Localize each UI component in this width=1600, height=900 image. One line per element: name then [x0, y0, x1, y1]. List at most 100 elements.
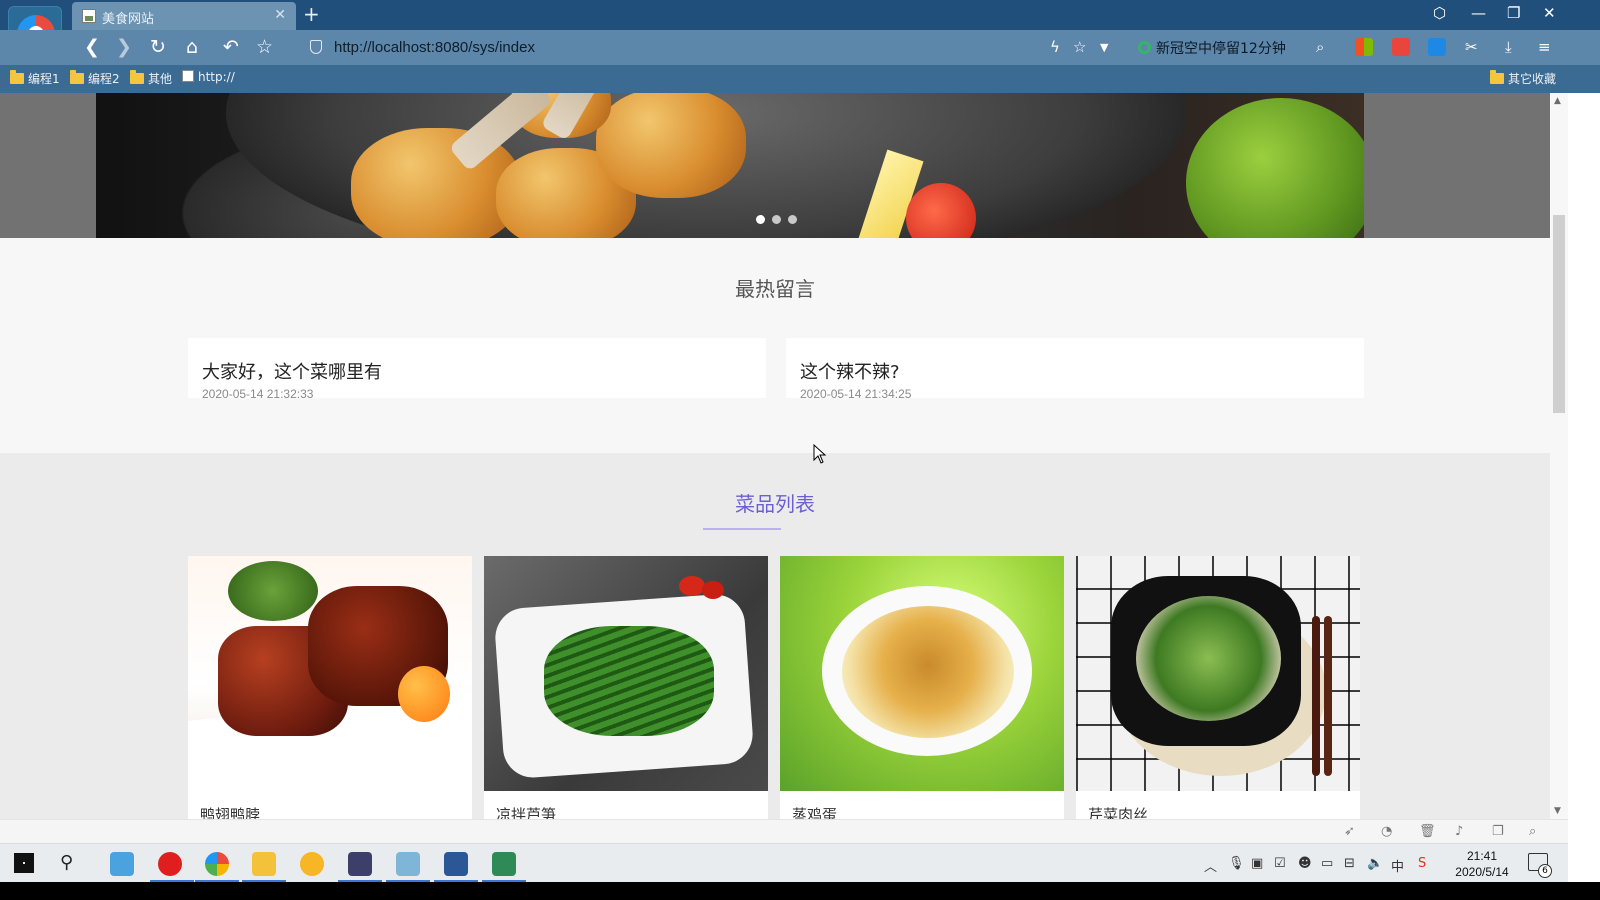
dish-name[interactable]: 鸭翅鸭脖	[200, 804, 260, 819]
url-text[interactable]: http://localhost:8080/sys/index	[334, 39, 535, 56]
search-icon[interactable]: ⌕	[1316, 38, 1324, 56]
rocket-icon[interactable]: ➶	[1344, 824, 1355, 839]
chevron-down-icon[interactable]: ▼	[1100, 41, 1108, 54]
tray-expand-icon[interactable]: ︿	[1204, 856, 1217, 875]
volume-icon[interactable]: 🔈	[1367, 856, 1383, 871]
qq-icon[interactable]: ☻	[1298, 856, 1312, 871]
message-card[interactable]: 这个辣不辣? 2020-05-14 21:34:25	[786, 338, 1364, 401]
dish-name[interactable]: 蒸鸡蛋	[792, 804, 837, 819]
dish-image[interactable]	[780, 556, 1064, 791]
input-method-icon[interactable]: 中	[1391, 856, 1404, 875]
dish-card[interactable]: 凉拌芦笋	[484, 556, 768, 819]
store-icon[interactable]	[110, 852, 134, 876]
dish-list-title: 菜品列表	[735, 492, 815, 516]
browser-taskbar-icon[interactable]	[205, 852, 229, 876]
power-icon[interactable]: ▭	[1321, 856, 1333, 871]
window-icon[interactable]: ❐	[1492, 824, 1504, 839]
download-icon[interactable]: ⤓	[1505, 38, 1512, 56]
search-icon[interactable]: ⚲	[60, 852, 73, 873]
bookmark-folder-1[interactable]: 编程1	[10, 70, 60, 87]
home-button[interactable]: ⌂	[186, 37, 198, 57]
page-favicon-icon	[82, 9, 96, 23]
lightning-icon[interactable]: ϟ	[1050, 38, 1060, 56]
hot-messages-section: 最热留言 大家好，这个菜哪里有 2020-05-14 21:32:33 这个辣不…	[0, 238, 1550, 453]
apps-icon[interactable]	[1355, 38, 1373, 56]
minimize-button[interactable]: —	[1471, 4, 1486, 22]
food-shape	[842, 606, 1014, 738]
moss-shape	[1186, 98, 1364, 238]
undo-close-button[interactable]: ↶	[223, 37, 239, 57]
carousel-dot[interactable]	[756, 215, 765, 224]
checklist-icon[interactable]: ☑	[1274, 856, 1286, 871]
skin-icon[interactable]: ⬡	[1433, 4, 1446, 22]
dish-list-section: 菜品列表 鸭翅鸭脖 凉拌芦笋 蒸鸡蛋 芹菜肉丝	[0, 453, 1550, 819]
news-ticker[interactable]: 新冠空中停留12分钟	[1138, 38, 1286, 58]
refresh-button[interactable]: ↻	[150, 37, 166, 57]
dish-image[interactable]	[1076, 556, 1360, 791]
tab-title: 美食网站	[102, 12, 155, 27]
file-explorer-icon[interactable]	[252, 852, 276, 876]
dish-image[interactable]	[188, 556, 472, 791]
scroll-down-icon[interactable]: ▼	[1554, 806, 1561, 816]
tab-close-icon[interactable]: ✕	[274, 7, 286, 23]
accelerate-icon[interactable]: ◔	[1381, 824, 1392, 839]
netease-music-icon[interactable]	[158, 852, 182, 876]
bookmarks-bar: 编程1 编程2 其他 http:// 其它收藏	[0, 65, 1600, 93]
scrollbar-thumb[interactable]	[1553, 215, 1565, 413]
notes-icon[interactable]	[396, 852, 420, 876]
system-clock[interactable]: 21:41 2020/5/14	[1452, 848, 1512, 880]
screen-bottom-edge	[0, 882, 1600, 900]
windows-start-icon[interactable]	[14, 853, 34, 873]
favorite-star-button[interactable]: ☆	[256, 37, 273, 57]
message-time: 2020-05-14 21:34:25	[800, 387, 912, 401]
microphone-icon[interactable]: 🎙	[1228, 856, 1245, 871]
page-viewport: 最热留言 大家好，这个菜哪里有 2020-05-14 21:32:33 这个辣不…	[0, 93, 1550, 819]
scroll-up-icon[interactable]: ▲	[1554, 96, 1561, 106]
forward-button[interactable]: ❯	[116, 37, 132, 57]
dish-name[interactable]: 凉拌芦笋	[496, 804, 556, 819]
dish-image[interactable]	[484, 556, 768, 791]
mouse-cursor-icon	[813, 444, 827, 464]
clock-time: 21:41	[1466, 849, 1498, 863]
carousel-wrap	[0, 93, 1550, 238]
dish-card[interactable]: 芹菜肉丝	[1076, 556, 1360, 819]
carousel-dot[interactable]	[772, 215, 781, 224]
carousel-dot[interactable]	[788, 215, 797, 224]
notification-count: 6	[1538, 864, 1552, 878]
app-icon[interactable]	[300, 852, 324, 876]
scissors-icon[interactable]: ✂	[1465, 38, 1478, 56]
ide-icon[interactable]	[348, 852, 372, 876]
back-button[interactable]: ❮	[84, 37, 100, 57]
message-card[interactable]: 大家好，这个菜哪里有 2020-05-14 21:32:33	[188, 338, 766, 401]
zoom-icon[interactable]: ⌕	[1529, 824, 1536, 839]
sound-icon[interactable]: ♪	[1455, 824, 1463, 839]
translate-icon[interactable]	[1428, 38, 1446, 56]
close-window-button[interactable]: ✕	[1543, 4, 1556, 22]
game-icon[interactable]	[1392, 38, 1410, 56]
other-bookmarks[interactable]: 其它收藏	[1490, 70, 1556, 87]
menu-icon[interactable]: ≡	[1538, 38, 1551, 56]
bookmark-folder-3[interactable]: 其他	[130, 70, 172, 87]
food-shape	[398, 666, 450, 722]
carousel-banner[interactable]	[96, 93, 1364, 238]
restore-button[interactable]: ❐	[1507, 4, 1520, 22]
address-bar[interactable]: http://localhost:8080/sys/index	[300, 32, 1120, 63]
food-shape	[679, 576, 705, 596]
sogou-icon[interactable]: S	[1418, 856, 1426, 871]
folder-icon	[1490, 70, 1504, 84]
camera-icon[interactable]: ▣	[1251, 856, 1263, 871]
scrollbar-track[interactable]	[1550, 93, 1568, 819]
bookmark-folder-2[interactable]: 编程2	[70, 70, 120, 87]
browser-tab[interactable]: 美食网站 ✕	[72, 2, 296, 30]
dish-card[interactable]: 蒸鸡蛋	[780, 556, 1064, 819]
chart-app-icon[interactable]	[492, 852, 516, 876]
trash-icon[interactable]: 🗑	[1419, 824, 1436, 839]
word-icon[interactable]	[444, 852, 468, 876]
dish-card[interactable]: 鸭翅鸭脖	[188, 556, 472, 819]
bookmark-star-icon[interactable]: ☆	[1073, 38, 1086, 56]
food-shape	[596, 93, 746, 198]
bookmark-link[interactable]: http://	[182, 70, 235, 84]
new-tab-button[interactable]: +	[303, 2, 320, 26]
network-icon[interactable]: ⊟	[1344, 856, 1355, 871]
dish-name[interactable]: 芹菜肉丝	[1088, 804, 1148, 819]
